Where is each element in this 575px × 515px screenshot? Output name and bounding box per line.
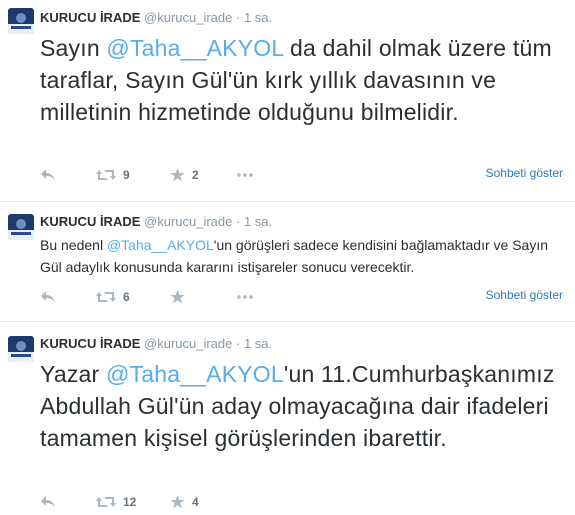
- mention-link[interactable]: @Taha__AKYOL: [107, 237, 214, 253]
- show-conversation-link[interactable]: Sohbeti göster: [486, 166, 563, 180]
- tweet-text-before: Sayın: [40, 35, 107, 61]
- favorite-icon: [170, 290, 185, 304]
- favorite-button[interactable]: 2: [170, 165, 199, 185]
- avatar[interactable]: [8, 336, 34, 362]
- tweet-text-before: Yazar: [40, 361, 106, 387]
- more-button[interactable]: [237, 165, 253, 185]
- favorite-icon: [170, 495, 185, 509]
- avatar[interactable]: [8, 214, 34, 240]
- timestamp[interactable]: 1 sa.: [244, 336, 272, 351]
- retweet-count: 6: [123, 290, 130, 304]
- reply-icon: [40, 168, 56, 182]
- mention-link[interactable]: @Taha__AKYOL: [106, 35, 283, 61]
- author-name[interactable]: KURUCU İRADE: [40, 10, 140, 25]
- author-handle[interactable]: @kurucu_irade: [144, 10, 232, 25]
- timestamp[interactable]: 1 sa.: [244, 10, 272, 25]
- timestamp[interactable]: 1 sa.: [244, 214, 272, 229]
- tweet-text: Bu nedenl @Taha__AKYOL'un görüşleri sade…: [40, 234, 570, 278]
- favorite-icon: [170, 168, 185, 182]
- retweet-count: 12: [123, 495, 137, 509]
- retweet-button[interactable]: 9: [96, 165, 130, 185]
- separator-dot: ·: [236, 214, 241, 229]
- more-icon: [237, 295, 253, 299]
- author-name[interactable]: KURUCU İRADE: [40, 336, 140, 351]
- tweet-2[interactable]: KURUCU İRADE @kurucu_irade · 1 sa. Bu ne…: [0, 202, 575, 320]
- tweet-text-before: Bu nedenl: [40, 237, 107, 253]
- reply-button[interactable]: [40, 492, 56, 512]
- retweet-icon: [96, 495, 116, 509]
- tweet-3[interactable]: KURUCU İRADE @kurucu_irade · 1 sa. Yazar…: [0, 322, 575, 515]
- tweet-text: Sayın @Taha__AKYOL da dahil olmak üzere …: [40, 32, 570, 128]
- avatar[interactable]: [8, 8, 34, 34]
- retweet-button[interactable]: 12: [96, 492, 136, 512]
- reply-icon: [40, 495, 56, 509]
- reply-button[interactable]: [40, 287, 56, 307]
- favorite-button[interactable]: [170, 287, 185, 307]
- tweet-actions: 12 4: [40, 492, 570, 512]
- tweet-text: Yazar @Taha__AKYOL'un 11.Cumhurbaşkanımı…: [40, 358, 570, 454]
- author-handle[interactable]: @kurucu_irade: [144, 214, 232, 229]
- show-conversation-link[interactable]: Sohbeti göster: [486, 288, 563, 302]
- separator-dot: ·: [236, 336, 241, 351]
- reply-button[interactable]: [40, 165, 56, 185]
- more-button[interactable]: [237, 287, 253, 307]
- tweet-actions: 9 2 Sohbeti göster: [40, 165, 570, 185]
- favorite-count: 2: [192, 168, 199, 182]
- separator-dot: ·: [236, 10, 241, 25]
- reply-icon: [40, 290, 56, 304]
- retweet-count: 9: [123, 168, 130, 182]
- mention-link[interactable]: @Taha__AKYOL: [106, 361, 284, 387]
- author-name[interactable]: KURUCU İRADE: [40, 214, 140, 229]
- more-icon: [237, 173, 253, 177]
- author-handle[interactable]: @kurucu_irade: [144, 336, 232, 351]
- tweet-actions: 6 Sohbeti göster: [40, 287, 570, 307]
- retweet-button[interactable]: 6: [96, 287, 130, 307]
- retweet-icon: [96, 168, 116, 182]
- retweet-icon: [96, 290, 116, 304]
- tweet-1[interactable]: KURUCU İRADE @kurucu_irade · 1 sa. Sayın…: [0, 0, 575, 200]
- favorite-count: 4: [192, 495, 199, 509]
- favorite-button[interactable]: 4: [170, 492, 199, 512]
